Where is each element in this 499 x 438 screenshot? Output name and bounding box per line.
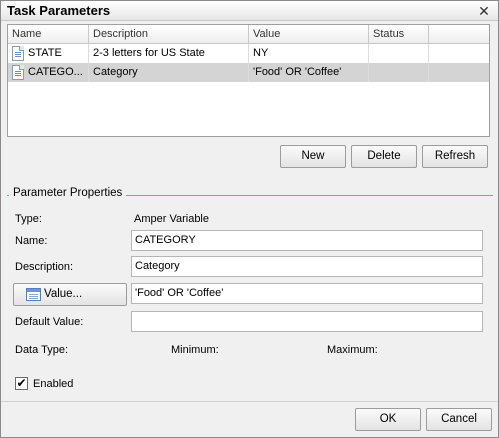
enabled-label: Enabled — [33, 378, 74, 390]
row-value: 'Food' OR 'Coffee' — [249, 63, 369, 82]
new-button[interactable]: New — [280, 145, 346, 168]
row-value: NY — [249, 44, 369, 63]
row-name: STATE — [28, 47, 62, 59]
parameters-table: Name Description Value Status STATE 2-3 … — [7, 24, 490, 137]
ok-button[interactable]: OK — [355, 408, 421, 431]
delete-button[interactable]: Delete — [351, 145, 417, 168]
row-description: 2-3 letters for US State — [89, 44, 249, 63]
minimum-label: Minimum: — [171, 344, 219, 356]
column-header-status[interactable]: Status — [369, 25, 429, 44]
table-icon — [26, 288, 41, 301]
description-label: Description: — [15, 261, 74, 273]
default-value-label: Default Value: — [15, 316, 84, 328]
refresh-button[interactable]: Refresh — [422, 145, 488, 168]
type-label: Type: — [15, 213, 42, 225]
table-header: Name Description Value Status — [8, 25, 489, 44]
value-button-label: Value... — [44, 288, 83, 300]
dialog-title: Task Parameters — [7, 3, 111, 18]
type-value: Amper Variable — [134, 213, 209, 225]
title-bar: Task Parameters ✕ — [1, 1, 498, 21]
row-status — [369, 63, 429, 82]
footer-divider — [1, 401, 498, 402]
column-header-value[interactable]: Value — [249, 25, 369, 44]
document-icon — [12, 46, 24, 61]
maximum-label: Maximum: — [327, 344, 378, 356]
column-header-description[interactable]: Description — [89, 25, 249, 44]
row-name: CATEGO... — [28, 66, 83, 78]
column-header-name[interactable]: Name — [8, 25, 89, 44]
default-value-field[interactable] — [131, 311, 483, 332]
name-label: Name: — [15, 235, 48, 247]
description-field[interactable]: Category — [131, 256, 483, 277]
table-row-selected[interactable]: CATEGO... Category 'Food' OR 'Coffee' — [8, 63, 489, 82]
value-field[interactable]: 'Food' OR 'Coffee' — [131, 283, 483, 304]
row-status — [369, 44, 429, 63]
table-row[interactable]: STATE 2-3 letters for US State NY — [8, 44, 489, 63]
row-name-cell: STATE — [8, 44, 89, 63]
row-name-cell: CATEGO... — [8, 63, 89, 82]
document-icon — [12, 65, 24, 80]
row-description: Category — [89, 63, 249, 82]
close-icon[interactable]: ✕ — [476, 3, 492, 19]
cancel-button[interactable]: Cancel — [426, 408, 492, 431]
data-type-label: Data Type: — [15, 344, 68, 356]
group-title: Parameter Properties — [9, 187, 127, 199]
task-parameters-dialog: Task Parameters ✕ Name Description Value… — [0, 0, 499, 438]
name-field[interactable]: CATEGORY — [131, 230, 483, 251]
value-button[interactable]: Value... — [13, 283, 127, 306]
enabled-checkbox[interactable]: ✔ — [15, 377, 28, 390]
